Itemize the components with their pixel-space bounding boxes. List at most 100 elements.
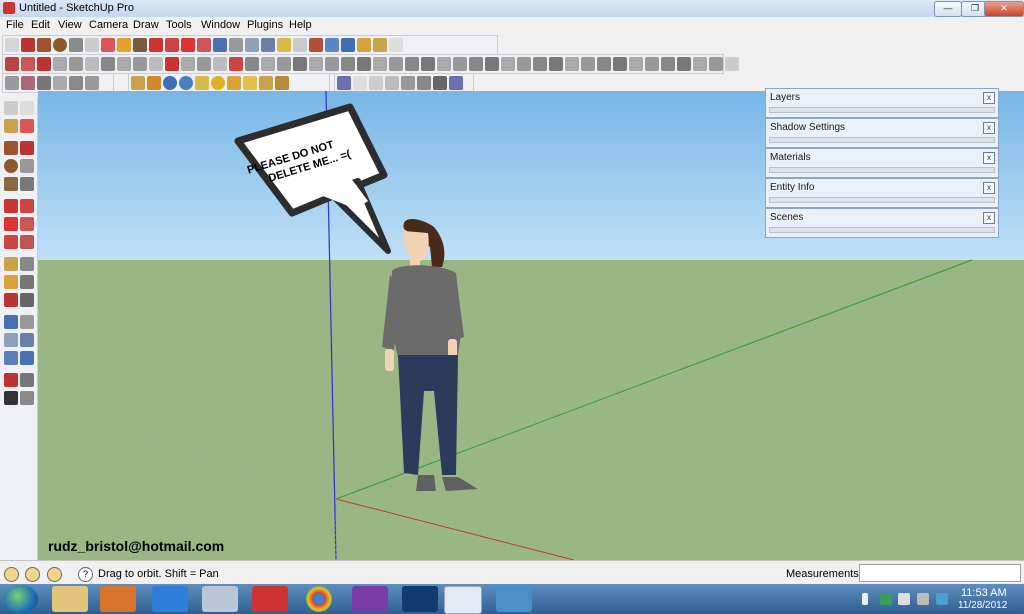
flag-icon[interactable]	[227, 76, 241, 90]
eraser-tool-icon[interactable]	[20, 119, 34, 133]
cloud-icon[interactable]	[725, 57, 739, 71]
sandbox-icon[interactable]	[5, 57, 19, 71]
window-taskbar-icon[interactable]	[496, 586, 532, 612]
zoom-extents-icon[interactable]	[261, 38, 275, 52]
curve-icon[interactable]	[85, 57, 99, 71]
wall-icon[interactable]	[533, 57, 547, 71]
followme-tool-icon[interactable]	[20, 217, 34, 231]
line-draw-icon[interactable]	[20, 141, 34, 155]
volume-tray-icon[interactable]	[917, 593, 929, 605]
rectangle-icon[interactable]	[37, 38, 51, 52]
chrome-taskbar-icon[interactable]	[306, 586, 332, 612]
tray-layers[interactable]: Layers x	[765, 88, 999, 118]
top-view-icon[interactable]	[21, 76, 35, 90]
orbit-tool-icon[interactable]	[4, 315, 18, 329]
section-icon[interactable]	[389, 38, 403, 52]
media-player-taskbar-icon[interactable]	[100, 586, 136, 612]
position-camera-icon[interactable]	[4, 373, 18, 387]
rect-tool-icon[interactable]	[4, 141, 18, 155]
tray-shadow-settings[interactable]: Shadow Settings x	[765, 118, 999, 148]
tag-icon[interactable]	[195, 76, 209, 90]
roof-icon[interactable]	[517, 57, 531, 71]
globe-icon[interactable]	[163, 76, 177, 90]
eraser-icon[interactable]	[101, 38, 115, 52]
corner-icon[interactable]	[213, 57, 227, 71]
extension-icon[interactable]	[341, 38, 355, 52]
look-around-icon[interactable]	[373, 38, 387, 52]
tray-close-entity-info[interactable]: x	[983, 182, 995, 194]
subtract-icon[interactable]	[389, 57, 403, 71]
dimension-tool-icon[interactable]	[20, 257, 34, 271]
stair-icon[interactable]	[501, 57, 515, 71]
tray-close-shadow-settings[interactable]: x	[983, 122, 995, 134]
light-icon[interactable]	[243, 76, 257, 90]
split-icon[interactable]	[277, 57, 291, 71]
monochrome-icon[interactable]	[417, 76, 431, 90]
loft-icon[interactable]	[149, 57, 163, 71]
action-center-tray-icon[interactable]	[898, 593, 910, 605]
acrobat-taskbar-icon[interactable]	[252, 586, 288, 612]
close-button[interactable]: ✕	[984, 1, 1024, 17]
pan-icon[interactable]	[229, 38, 243, 52]
network-tray-icon[interactable]	[880, 593, 892, 605]
start-button[interactable]	[4, 585, 38, 613]
freehand-icon[interactable]	[21, 57, 35, 71]
protractor-tool-icon[interactable]	[4, 275, 18, 289]
back-view-icon[interactable]	[85, 76, 99, 90]
credits-icon[interactable]	[25, 567, 40, 582]
3d-text-tool-icon[interactable]	[20, 293, 34, 307]
menu-camera[interactable]: Camera	[89, 19, 128, 31]
xray-2-icon[interactable]	[449, 76, 463, 90]
shaded-textures-icon[interactable]	[401, 76, 415, 90]
face-icon[interactable]	[325, 57, 339, 71]
iso-view-icon[interactable]	[5, 76, 19, 90]
security-tray-icon[interactable]	[936, 593, 948, 605]
join-icon[interactable]	[293, 57, 307, 71]
share-model-icon[interactable]	[309, 38, 323, 52]
photoshop-taskbar-icon[interactable]	[402, 586, 438, 612]
line-tool-icon[interactable]	[53, 57, 67, 71]
help-icon[interactable]: ?	[78, 567, 93, 582]
tray-entity-info[interactable]: Entity Info x	[765, 178, 999, 208]
material-1-icon[interactable]	[131, 76, 145, 90]
component-tool-icon[interactable]	[20, 101, 34, 115]
axes-tool-icon[interactable]	[4, 293, 18, 307]
split-solid-icon[interactable]	[453, 57, 467, 71]
zoom-tool-icon[interactable]	[4, 333, 18, 347]
door-icon[interactable]	[565, 57, 579, 71]
text-tool-icon[interactable]	[20, 275, 34, 289]
polygon-icon[interactable]	[69, 57, 83, 71]
paint-tool-icon[interactable]	[4, 119, 18, 133]
trim-icon[interactable]	[245, 57, 259, 71]
push-pull-icon[interactable]	[165, 38, 179, 52]
hidden-line-icon[interactable]	[369, 76, 383, 90]
menu-plugins[interactable]: Plugins	[247, 19, 283, 31]
intersect-icon[interactable]	[405, 57, 419, 71]
bug-icon[interactable]	[275, 76, 289, 90]
tape-measure-icon[interactable]	[117, 38, 131, 52]
arrow-icon[interactable]	[165, 57, 179, 71]
tray-scenes[interactable]: Scenes x	[765, 208, 999, 238]
pencil-icon[interactable]	[21, 38, 35, 52]
polygon-tool-icon[interactable]	[4, 177, 18, 191]
shaded-icon[interactable]	[385, 76, 399, 90]
arc-icon[interactable]	[69, 38, 83, 52]
column-icon[interactable]	[581, 57, 595, 71]
menu-help[interactable]: Help	[289, 19, 312, 31]
xray-icon[interactable]	[337, 76, 351, 90]
window-tool-icon[interactable]	[549, 57, 563, 71]
files-taskbar-icon[interactable]	[202, 586, 238, 612]
sketchup-taskbar-icon[interactable]	[444, 586, 482, 614]
fillet-red-icon[interactable]	[229, 57, 243, 71]
menu-file[interactable]: File	[6, 19, 24, 31]
right-view-icon[interactable]	[53, 76, 67, 90]
tray-close-materials[interactable]: x	[983, 152, 995, 164]
flip-edge-icon[interactable]	[709, 57, 723, 71]
pushpull-tool-icon[interactable]	[20, 199, 34, 213]
walk-tool-icon[interactable]	[4, 391, 18, 405]
scale-tool-icon[interactable]	[4, 235, 18, 249]
user-icon[interactable]	[47, 567, 62, 582]
zoom-icon[interactable]	[245, 38, 259, 52]
stamp-icon[interactable]	[693, 57, 707, 71]
union-icon[interactable]	[373, 57, 387, 71]
